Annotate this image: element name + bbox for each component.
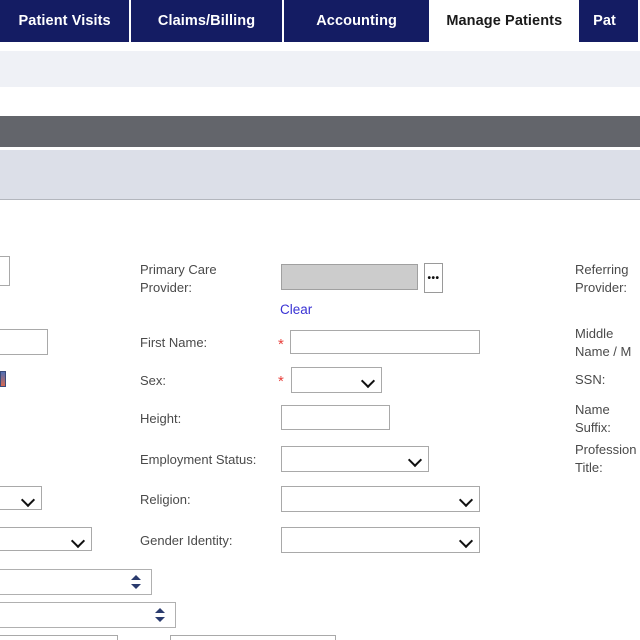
primary-care-provider-label: Primary Care Provider: (140, 261, 217, 297)
primary-care-provider-input[interactable] (281, 264, 418, 290)
left-clipped-field-4[interactable] (170, 635, 336, 640)
tab-label: Patient Visits (18, 13, 111, 29)
label-line-1: Middle (575, 326, 614, 341)
secondary-toolbar-band (0, 51, 640, 87)
first-name-label: First Name: (140, 335, 208, 350)
name-suffix-label: Name Suffix: (575, 401, 611, 437)
middle-name-label: Middle Name / M (575, 325, 631, 361)
first-name-input[interactable] (290, 330, 480, 354)
left-clipped-stepper-1[interactable] (0, 569, 152, 595)
tab-manage-patients[interactable]: Manage Patients (431, 0, 578, 42)
religion-select[interactable] (281, 486, 480, 512)
left-clipped-select-1[interactable] (0, 486, 42, 510)
section-header-bar (0, 116, 640, 147)
label-line-2: Suffix: (575, 420, 611, 435)
first-name-required-marker: * (278, 336, 284, 353)
tab-underline-band (0, 42, 640, 51)
tab-patient-visits[interactable]: Patient Visits (0, 0, 130, 42)
tab-claims-billing[interactable]: Claims/Billing (131, 0, 282, 42)
main-tab-bar: Patient Visits Claims/Billing Accounting… (0, 0, 640, 42)
tab-accounting[interactable]: Accounting (283, 0, 430, 42)
section-subpanel (0, 150, 640, 200)
gender-identity-label: Gender Identity: (140, 533, 233, 548)
sex-select[interactable] (291, 367, 382, 393)
professional-title-label: Profession Title: (575, 441, 636, 477)
left-clipped-field-3[interactable] (0, 635, 118, 640)
tab-label: Accounting (316, 13, 397, 29)
ssn-label: SSN: (575, 372, 606, 387)
sex-label: Sex: (140, 373, 167, 388)
tab-label: Manage Patients (446, 13, 563, 29)
spacer-band (0, 87, 640, 116)
sex-required-marker: * (278, 373, 284, 390)
left-clipped-stepper-2[interactable] (0, 602, 176, 628)
referring-provider-label: Referring Provider: (575, 261, 628, 297)
patient-form: Primary Care Provider: ••• Clear First N… (0, 201, 640, 640)
tab-label: Pat (593, 13, 616, 29)
left-clipped-field-2[interactable] (0, 329, 48, 355)
label-line-2: Provider: (575, 280, 628, 295)
label-line-2: Provider: (140, 280, 193, 295)
label-line-2: Name / M (575, 344, 632, 359)
employment-status-label: Employment Status: (140, 452, 257, 467)
employment-status-select[interactable] (281, 446, 429, 472)
label-line-1: Profession (575, 442, 637, 457)
height-input[interactable] (281, 405, 390, 430)
tab-patients-overflow[interactable]: Pat (579, 0, 638, 42)
left-clipped-color-swatch[interactable] (0, 371, 6, 387)
tab-label: Claims/Billing (157, 13, 256, 29)
label-line-1: Referring (575, 262, 629, 277)
height-label: Height: (140, 411, 182, 426)
primary-care-provider-clear-link[interactable]: Clear (280, 302, 312, 317)
label-line-1: Primary Care (140, 262, 217, 277)
left-clipped-field-1[interactable] (0, 256, 10, 286)
religion-label: Religion: (140, 492, 191, 507)
label-line-2: Title: (575, 460, 603, 475)
gender-identity-select[interactable] (281, 527, 480, 553)
label-line-1: Name (575, 402, 610, 417)
ellipsis-icon: ••• (427, 272, 440, 284)
primary-care-provider-browse-button[interactable]: ••• (424, 263, 443, 293)
left-clipped-select-2[interactable] (0, 527, 92, 551)
